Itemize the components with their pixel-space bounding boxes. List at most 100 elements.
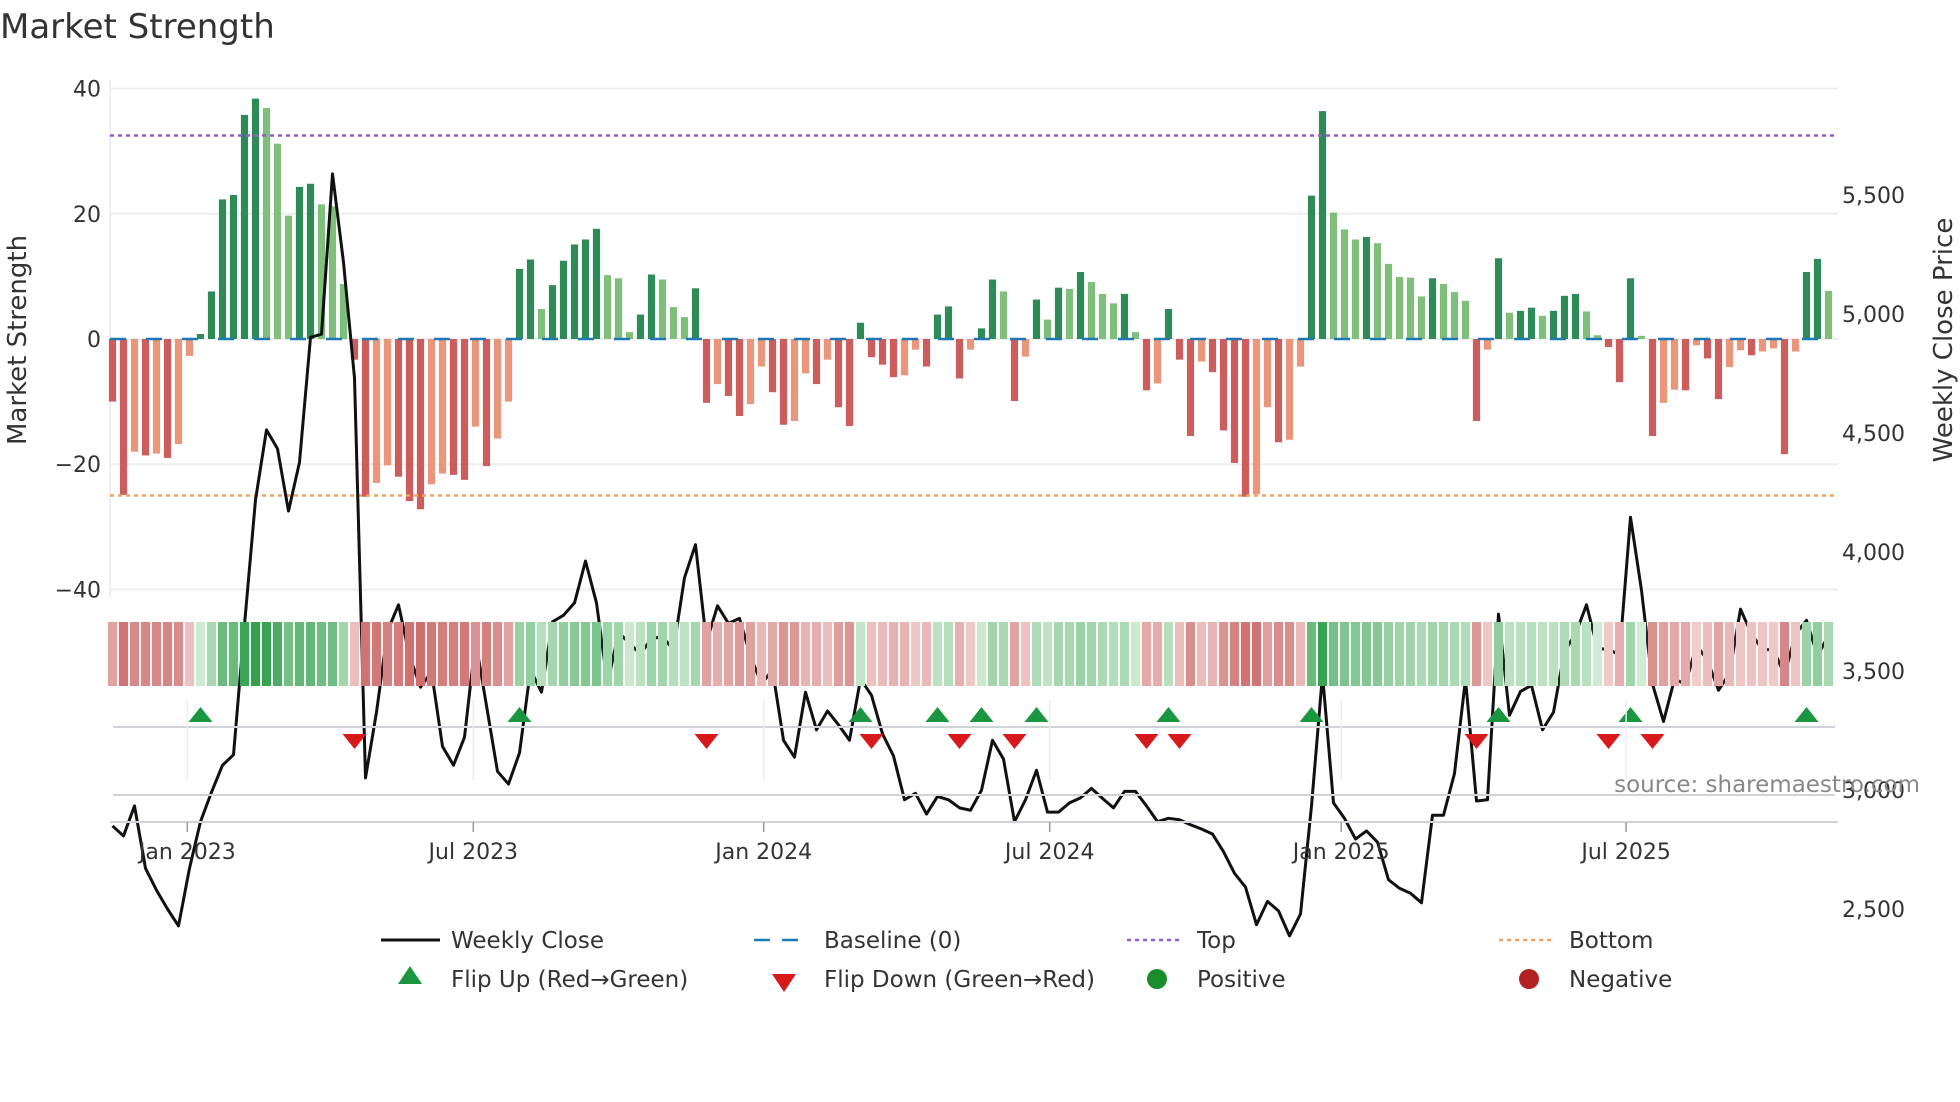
heatmap-cell: [811, 622, 822, 686]
strength-bar: [812, 339, 821, 385]
strength-bar: [1362, 236, 1371, 339]
heatmap-cell: [305, 622, 316, 686]
strength-heatmap: [107, 622, 1834, 686]
heatmap-cell: [404, 622, 415, 686]
strength-bar: [1659, 339, 1668, 403]
strength-bar: [1285, 339, 1294, 440]
legend-item-positive[interactable]: Positive: [1147, 967, 1286, 993]
strength-bar: [1417, 296, 1426, 339]
strength-bar: [515, 268, 524, 339]
heatmap-cell: [239, 622, 250, 686]
heatmap-cell: [1108, 622, 1119, 686]
strength-bar: [878, 339, 887, 365]
flip-down-marker: [1002, 734, 1027, 749]
heatmap-cell: [1471, 622, 1482, 686]
flip-up-marker: [848, 707, 873, 722]
strength-bar: [1791, 339, 1800, 352]
strength-bar: [482, 339, 491, 467]
strength-bar: [1274, 339, 1283, 443]
strength-bar: [1351, 239, 1360, 339]
x-axis-ticks: Jan 2023 Jul 2023 Jan 2024 Jul 2024 Jan 2025…: [137, 700, 1671, 865]
strength-bar: [944, 306, 953, 339]
legend-item-flip-down[interactable]: Flip Down (Green→Red): [772, 967, 1095, 993]
heatmap-cell: [1218, 622, 1229, 686]
strength-bar: [1560, 295, 1569, 339]
strength-bar: [1703, 339, 1712, 359]
heatmap-cell: [657, 622, 668, 686]
strength-bar: [1813, 258, 1822, 339]
heatmap-cell: [393, 622, 404, 686]
strength-bar: [1076, 272, 1085, 339]
strength-bar: [394, 339, 403, 477]
heatmap-cell: [613, 622, 624, 686]
strength-bar: [1043, 319, 1052, 339]
left-axis-ticks: 40 20 0 −20 −40: [55, 78, 101, 604]
strength-bar: [603, 275, 612, 339]
heatmap-cell: [1603, 622, 1614, 686]
heatmap-cell: [1053, 622, 1064, 686]
heatmap-cell: [1416, 622, 1427, 686]
heatmap-cell: [1779, 622, 1790, 686]
strength-bar: [1505, 312, 1514, 339]
strength-bar: [1736, 339, 1745, 351]
heatmap-cell: [1009, 622, 1020, 686]
heatmap-cell: [371, 622, 382, 686]
strength-bar: [1065, 288, 1074, 339]
strength-bar: [845, 339, 854, 427]
legend-item-bottom[interactable]: Bottom: [1499, 928, 1653, 954]
heatmap-cell: [1625, 622, 1636, 686]
heatmap-cell: [1394, 622, 1405, 686]
flip-up-marker: [925, 707, 950, 722]
heatmap-cell: [910, 622, 921, 686]
strength-bar: [889, 339, 898, 378]
heatmap-cell: [1691, 622, 1702, 686]
heatmap-cell: [1141, 622, 1152, 686]
heatmap-cell: [415, 622, 426, 686]
heatmap-cell: [1372, 622, 1383, 686]
heatmap-cell: [206, 622, 217, 686]
heatmap-cell: [1713, 622, 1724, 686]
legend-item-weekly-close[interactable]: Weekly Close: [381, 928, 604, 954]
strength-bar: [1472, 339, 1481, 422]
strength-bar: [801, 339, 810, 374]
strength-bar: [1109, 303, 1118, 339]
heatmap-cell: [1790, 622, 1801, 686]
heatmap-cell: [1438, 622, 1449, 686]
heatmap-cell: [459, 622, 470, 686]
left-axis-label: Market Strength: [3, 235, 33, 445]
strength-bar: [284, 215, 293, 339]
legend-item-top[interactable]: Top: [1127, 928, 1236, 954]
strength-bar: [1142, 339, 1151, 391]
heatmap-cell: [118, 622, 129, 686]
strength-bar: [1615, 339, 1624, 383]
heatmap-cell: [1823, 622, 1834, 686]
strength-bar: [757, 339, 766, 367]
flip-down-marker: [1640, 734, 1665, 749]
strength-bar: [1263, 339, 1272, 408]
heatmap-cell: [1097, 622, 1108, 686]
heatmap-cell: [1339, 622, 1350, 686]
heatmap-cell: [1262, 622, 1273, 686]
strength-bar: [1648, 339, 1657, 437]
strength-bar: [1318, 111, 1327, 339]
strength-bar: [724, 339, 733, 396]
legend-item-negative[interactable]: Negative: [1519, 967, 1672, 993]
strength-bar: [1010, 339, 1019, 401]
heatmap-cell: [624, 622, 635, 686]
y2-tick-label: 5,000: [1842, 303, 1905, 328]
strength-bar: [493, 339, 502, 439]
strength-bar: [1769, 339, 1778, 349]
y2-tick-label: 3,500: [1842, 660, 1905, 685]
strength-bar: [1538, 315, 1547, 339]
strength-bar: [614, 278, 623, 339]
strength-bar: [768, 339, 777, 393]
legend-item-flip-up[interactable]: Flip Up (Red→Green): [398, 966, 688, 993]
heatmap-cell: [107, 622, 118, 686]
x-tick-label: Jul 2023: [427, 840, 519, 865]
heatmap-cell: [800, 622, 811, 686]
circle-icon: [1519, 969, 1539, 989]
y2-tick-label: 4,000: [1842, 541, 1905, 566]
strength-bar: [185, 339, 194, 356]
legend-item-baseline[interactable]: Baseline (0): [754, 928, 961, 954]
strength-bar: [1714, 339, 1723, 400]
